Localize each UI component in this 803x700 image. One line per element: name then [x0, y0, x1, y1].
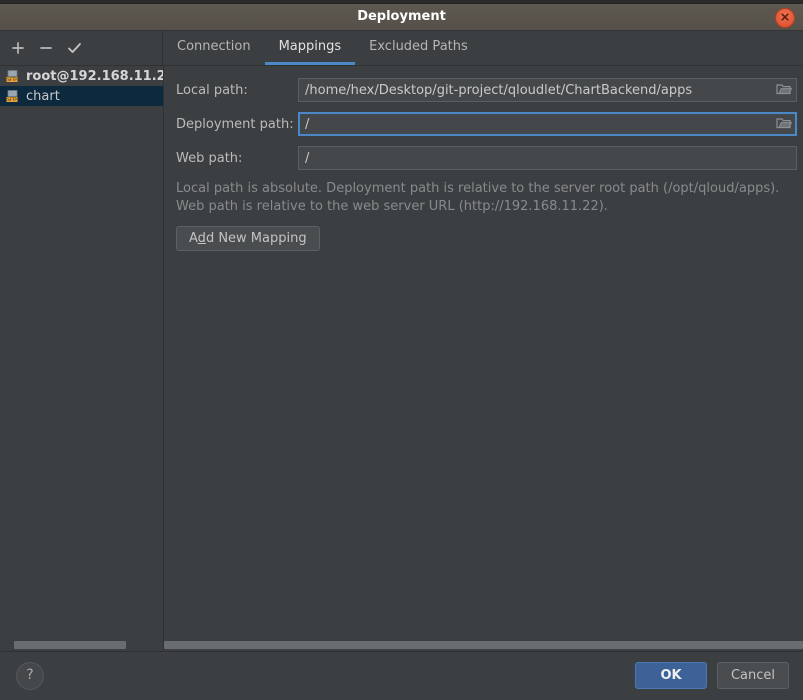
deployment-path-label: Deployment path: [176, 116, 294, 132]
tab-mappings[interactable]: Mappings [264, 31, 356, 65]
close-icon[interactable] [775, 8, 795, 28]
sidebar-hscrollbar-thumb[interactable] [14, 641, 126, 649]
web-path-row: Web path: [176, 146, 797, 170]
local-path-label: Local path: [176, 82, 248, 98]
check-icon[interactable] [65, 39, 83, 57]
sidebar-item-root-server[interactable]: SFTP root@192.168.11.2 [0, 66, 163, 86]
content-hscrollbar-thumb[interactable] [164, 641, 803, 649]
footer-actions: OK Cancel [635, 662, 789, 689]
folder-glyph [776, 118, 793, 129]
sidebar-item-chart-label: chart [26, 88, 60, 104]
tab-connection[interactable]: Connection [163, 31, 265, 65]
tab-mappings-label: Mappings [278, 39, 342, 54]
sftp-server-glyph: SFTP [6, 69, 18, 82]
folder-icon[interactable] [776, 116, 793, 130]
minus-icon[interactable] [37, 39, 55, 57]
folder-glyph [776, 84, 793, 95]
sftp-server-icon: SFTP [6, 69, 21, 84]
mappings-hint: Local path is absolute. Deployment path … [176, 180, 797, 216]
add-new-mapping-mnemonic: d [197, 231, 206, 246]
dialog-body: SFTP root@192.168.11.2 SFTP chart Local … [0, 66, 803, 651]
ok-button[interactable]: OK [635, 662, 707, 689]
settings-tabs: Connection Mappings Excluded Paths [163, 31, 482, 65]
svg-text:SFTP: SFTP [7, 97, 17, 102]
tab-excluded-paths[interactable]: Excluded Paths [355, 31, 482, 65]
mappings-hint-line-2: Web path is relative to the web server U… [176, 199, 608, 214]
plus-glyph [12, 42, 24, 54]
dialog-titlebar: Deployment [0, 4, 803, 31]
mappings-panel: Local path: Deployment path: [164, 66, 803, 651]
svg-text:SFTP: SFTP [7, 77, 17, 82]
local-path-row: Local path: [176, 78, 797, 102]
content-hscrollbar[interactable] [164, 638, 803, 651]
web-path-label: Web path: [176, 150, 243, 166]
close-glyph [781, 13, 789, 21]
check-glyph [67, 43, 81, 53]
server-toolbar [0, 31, 163, 65]
help-button[interactable]: ? [16, 662, 44, 690]
folder-icon[interactable] [776, 82, 793, 96]
dialog-topbar: Connection Mappings Excluded Paths [0, 31, 803, 66]
web-path-input-wrap [298, 146, 797, 170]
sidebar-item-chart[interactable]: SFTP chart [0, 86, 163, 106]
deployment-dialog: Deployment Connection Mappings Excluded … [0, 4, 803, 700]
minus-glyph [40, 47, 52, 49]
server-list-sidebar: SFTP root@192.168.11.2 SFTP chart [0, 66, 164, 651]
tab-connection-label: Connection [177, 39, 251, 54]
sftp-server-icon: SFTP [6, 89, 21, 104]
web-path-input[interactable] [298, 146, 797, 170]
sidebar-item-root-server-label: root@192.168.11.2 [26, 68, 164, 84]
deployment-path-input-wrap [298, 112, 797, 136]
tab-excluded-paths-label: Excluded Paths [369, 39, 468, 54]
mappings-hint-line-1: Local path is absolute. Deployment path … [176, 181, 780, 196]
deployment-path-input[interactable] [298, 112, 797, 136]
dialog-footer: ? OK Cancel [0, 651, 803, 700]
local-path-input[interactable] [298, 78, 797, 102]
add-new-mapping-button[interactable]: Add New Mapping [176, 226, 320, 251]
add-new-mapping-prefix: A [189, 231, 198, 246]
deployment-path-row: Deployment path: [176, 112, 797, 136]
sftp-server-glyph: SFTP [6, 89, 18, 102]
dialog-title: Deployment [357, 9, 446, 24]
sidebar-hscrollbar[interactable] [0, 638, 163, 651]
local-path-input-wrap [298, 78, 797, 102]
cancel-button[interactable]: Cancel [717, 662, 789, 689]
plus-icon[interactable] [9, 39, 27, 57]
add-new-mapping-suffix: d New Mapping [205, 231, 307, 246]
